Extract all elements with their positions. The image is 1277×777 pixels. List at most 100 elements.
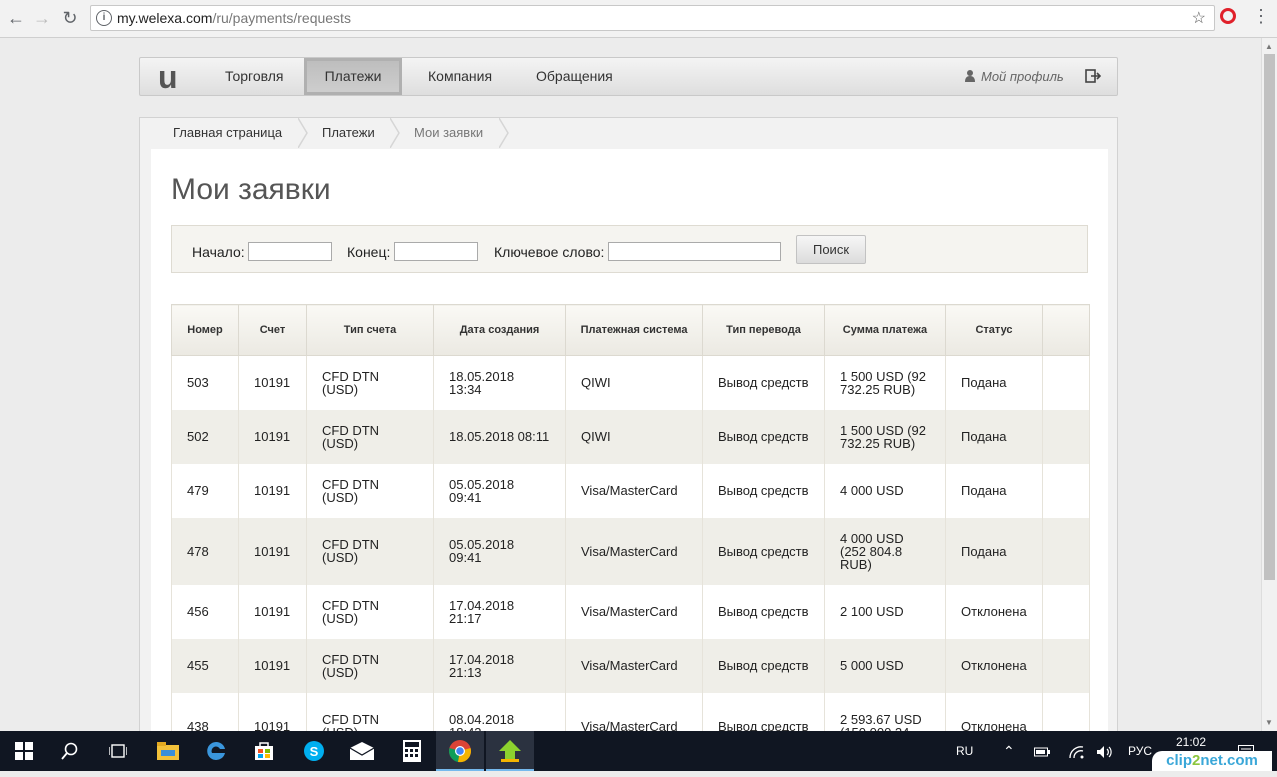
browser-menu-icon[interactable]: ⋮ <box>1252 6 1270 27</box>
cell-empty <box>1042 584 1090 639</box>
cell-transfer-type: Вывод средств <box>702 584 825 639</box>
reload-icon[interactable]: ↻ <box>58 6 82 30</box>
cell-status: Отклонена <box>945 638 1043 693</box>
cell-payment-system: Visa/MasterCard <box>565 638 703 693</box>
cell-account: 10191 <box>238 517 307 585</box>
cell-amount: 1 500 USD (92 732.25 RUB) <box>824 409 946 464</box>
table-row[interactable]: 478 10191 CFD DTN (USD) 05.05.2018 09:41… <box>171 517 1090 585</box>
column-header[interactable]: Статус <box>945 304 1043 356</box>
cell-transfer-type: Вывод средств <box>702 409 825 464</box>
cell-transfer-type: Вывод средств <box>702 638 825 693</box>
keyword-input[interactable] <box>608 242 781 261</box>
profile-label: Мой профиль <box>981 69 1064 84</box>
breadcrumb-home[interactable]: Главная страница <box>173 118 282 148</box>
cell-amount: 4 000 USD <box>824 463 946 518</box>
cell-empty <box>1042 355 1090 410</box>
column-header-empty <box>1042 304 1090 356</box>
file-explorer-icon[interactable] <box>144 731 192 771</box>
cell-empty <box>1042 463 1090 518</box>
bookmark-star-icon[interactable]: ☆ <box>1192 8 1206 28</box>
battery-icon[interactable] <box>1034 731 1050 771</box>
nav-item-trading[interactable]: Торговля <box>225 58 283 95</box>
user-icon <box>965 70 975 82</box>
input-language[interactable]: RU <box>956 731 973 771</box>
main-panel: Главная страница Платежи Мои заявки Мои … <box>139 117 1118 760</box>
edge-browser-icon[interactable] <box>192 731 240 771</box>
start-date-input[interactable] <box>248 242 332 261</box>
cell-status: Подана <box>945 409 1043 464</box>
cell-account-type: CFD DTN (USD) <box>306 638 434 693</box>
search-button[interactable]: Поиск <box>796 235 866 264</box>
scrollbar-thumb[interactable] <box>1264 54 1275 580</box>
column-header[interactable]: Дата создания <box>433 304 566 356</box>
task-view-icon[interactable] <box>94 731 142 771</box>
cell-payment-system: QIWI <box>565 409 703 464</box>
upload-app-icon[interactable] <box>486 731 534 771</box>
tray-overflow-icon[interactable]: ⌃ <box>1003 731 1015 771</box>
cell-created-date: 05.05.2018 09:41 <box>433 463 566 518</box>
table-row[interactable]: 479 10191 CFD DTN (USD) 05.05.2018 09:41… <box>171 463 1090 518</box>
table-row[interactable]: 456 10191 CFD DTN (USD) 17.04.2018 21:17… <box>171 584 1090 639</box>
info-icon[interactable]: i <box>96 10 112 26</box>
nav-item-payments[interactable]: Платежи <box>304 58 402 95</box>
column-header[interactable]: Тип перевода <box>702 304 825 356</box>
cell-amount: 5 000 USD <box>824 638 946 693</box>
breadcrumb-separator-icon <box>499 118 509 148</box>
cell-created-date: 17.04.2018 21:13 <box>433 638 566 693</box>
browser-toolbar: ← → ↻ i my.welexa.com/ru/payments/reques… <box>0 0 1277 38</box>
end-date-input[interactable] <box>394 242 478 261</box>
mail-icon[interactable] <box>338 731 386 771</box>
breadcrumb-current: Мои заявки <box>414 125 484 140</box>
cell-status: Подана <box>945 463 1043 518</box>
forward-icon[interactable]: → <box>30 6 54 30</box>
column-header[interactable]: Счет <box>238 304 307 356</box>
cell-status: Подана <box>945 517 1043 585</box>
volume-icon[interactable] <box>1096 731 1114 771</box>
search-icon[interactable] <box>46 731 94 771</box>
cell-payment-system: Visa/MasterCard <box>565 584 703 639</box>
calculator-icon[interactable] <box>388 731 436 771</box>
nav-item-company[interactable]: Компания <box>428 58 492 95</box>
breadcrumb-separator-icon <box>390 118 400 148</box>
end-date-label: Конец: <box>347 244 391 260</box>
cell-number: 456 <box>171 584 239 639</box>
page-scrollbar[interactable]: ▲ ▼ <box>1261 38 1277 731</box>
cell-status: Отклонена <box>945 584 1043 639</box>
cell-amount: 4 000 USD (252 804.8 RUB) <box>824 517 946 585</box>
store-icon[interactable] <box>240 731 288 771</box>
column-header[interactable]: Номер <box>171 304 239 356</box>
table-row[interactable]: 502 10191 CFD DTN (USD) 18.05.2018 08:11… <box>171 409 1090 464</box>
table-row[interactable]: 503 10191 CFD DTN (USD) 18.05.2018 13:34… <box>171 355 1090 410</box>
scroll-up-icon[interactable]: ▲ <box>1265 42 1273 51</box>
chrome-icon[interactable] <box>436 731 484 771</box>
keyboard-language[interactable]: РУС <box>1128 731 1152 771</box>
breadcrumb-payments[interactable]: Платежи <box>322 118 375 148</box>
system-clock[interactable]: 21:02 <box>1168 735 1214 749</box>
address-bar[interactable]: i my.welexa.com/ru/payments/requests ☆ <box>90 5 1215 31</box>
cell-amount: 2 100 USD <box>824 584 946 639</box>
start-date-label: Начало: <box>192 244 245 260</box>
site-logo[interactable]: u <box>158 59 178 96</box>
skype-icon[interactable]: S <box>290 731 338 771</box>
column-header[interactable]: Платежная система <box>565 304 703 356</box>
nav-item-requests[interactable]: Обращения <box>536 58 613 95</box>
url-text: my.welexa.com/ru/payments/requests <box>117 10 351 26</box>
column-header[interactable]: Тип счета <box>306 304 434 356</box>
opera-extension-icon[interactable] <box>1220 8 1236 24</box>
column-header[interactable]: Сумма платежа <box>824 304 946 356</box>
cell-empty <box>1042 517 1090 585</box>
wifi-icon[interactable] <box>1068 731 1084 771</box>
cell-account-type: CFD DTN (USD) <box>306 463 434 518</box>
back-icon[interactable]: ← <box>4 6 28 30</box>
cell-created-date: 05.05.2018 09:41 <box>433 517 566 585</box>
cell-created-date: 18.05.2018 08:11 <box>433 409 566 464</box>
scroll-down-icon[interactable]: ▼ <box>1265 718 1273 727</box>
cell-payment-system: Visa/MasterCard <box>565 463 703 518</box>
cell-transfer-type: Вывод средств <box>702 463 825 518</box>
profile-link[interactable]: Мой профиль <box>965 58 1064 95</box>
windows-start-icon[interactable] <box>0 731 48 771</box>
table-header-row: Номер Счет Тип счета Дата создания Плате… <box>171 304 1090 356</box>
cell-created-date: 18.05.2018 13:34 <box>433 355 566 410</box>
table-row[interactable]: 455 10191 CFD DTN (USD) 17.04.2018 21:13… <box>171 638 1090 693</box>
logout-icon[interactable] <box>1085 68 1102 84</box>
